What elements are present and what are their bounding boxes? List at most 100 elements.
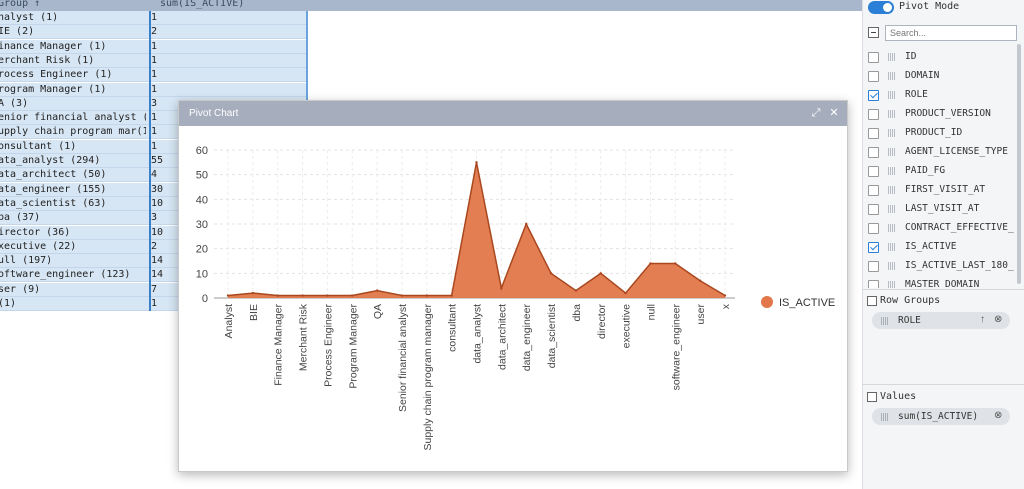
data-point	[698, 279, 702, 282]
value-cell[interactable]: 1	[151, 12, 301, 23]
drag-handle-icon[interactable]	[888, 129, 895, 137]
column-list-item[interactable]: FIRST_VISIT_AT	[863, 181, 1021, 200]
drag-handle-icon[interactable]	[888, 205, 895, 213]
column-list-item[interactable]: ID	[863, 48, 1021, 67]
x-tick-label: Program Manager	[347, 304, 359, 389]
x-tick-label: Senior financial analyst	[397, 304, 409, 412]
drag-handle-icon[interactable]	[888, 281, 895, 288]
values-pill[interactable]: sum(IS_ACTIVE) ⊗	[872, 408, 1010, 425]
column-list-item[interactable]: PAID_FG	[863, 162, 1021, 181]
row-group-pill[interactable]: ROLE ↑ ⊗	[872, 312, 1010, 329]
value-cell[interactable]: 2	[151, 26, 301, 37]
group-cell[interactable]: ser (9)	[0, 284, 146, 295]
group-cell[interactable]: enior financial analyst (1)	[0, 112, 146, 123]
column-label: ROLE	[905, 89, 928, 100]
group-cell[interactable]: xecutive (22)	[0, 241, 146, 252]
column-list-item[interactable]: AGENT_LICENSE_TYPE	[863, 143, 1021, 162]
column-list-item[interactable]: DOMAIN	[863, 67, 1021, 86]
drag-handle-icon[interactable]	[888, 186, 895, 194]
x-tick-label: data_architect	[496, 304, 508, 370]
group-column-header[interactable]: Group ↑	[0, 0, 40, 9]
drag-handle-icon[interactable]	[888, 53, 895, 61]
column-list-item[interactable]: MASTER_DOMAIN	[863, 276, 1021, 288]
table-row[interactable]: inance Manager (1) 1	[0, 39, 308, 54]
group-cell[interactable]: ata_scientist (63)	[0, 198, 146, 209]
group-cell[interactable]: irector (36)	[0, 227, 146, 238]
column-label: DOMAIN	[905, 70, 940, 81]
sort-ascending-icon[interactable]: ↑	[980, 314, 985, 325]
group-cell[interactable]: ull (197)	[0, 255, 146, 266]
drag-handle-icon[interactable]	[888, 72, 895, 80]
x-tick-label: Merchant Risk	[298, 303, 310, 371]
column-list-item[interactable]: IS_ACTIVE	[863, 238, 1021, 257]
column-list-item[interactable]: CONTRACT_EFFECTIVE_	[863, 219, 1021, 238]
table-row[interactable]: IE (2) 2	[0, 25, 308, 40]
column-list-scrollbar[interactable]	[1016, 44, 1022, 284]
table-row[interactable]: rogram Manager (1) 1	[0, 82, 308, 97]
value-column-header[interactable]: sum(IS_ACTIVE)	[160, 0, 244, 9]
select-all-checkbox[interactable]	[868, 27, 879, 38]
group-cell[interactable]: oftware_engineer (123)	[0, 269, 146, 280]
column-list: ID DOMAIN ROLE PRODUCT_VERSION PRODUCT_ID AGE…	[863, 48, 1021, 288]
group-cell[interactable]: erchant Risk (1)	[0, 55, 146, 66]
group-cell[interactable]: (1)	[0, 298, 146, 309]
remove-icon[interactable]: ⊗	[994, 314, 1002, 325]
group-cell[interactable]: nalyst (1)	[0, 12, 146, 23]
dialog-title-bar[interactable]: Pivot Chart ⤢ ✕	[179, 101, 847, 126]
value-cell[interactable]: 1	[151, 84, 301, 95]
column-checkbox[interactable]	[868, 166, 879, 177]
column-list-item[interactable]: PRODUCT_VERSION	[863, 105, 1021, 124]
column-checkbox[interactable]	[868, 223, 879, 234]
x-tick-label: null	[645, 304, 657, 320]
drag-handle-icon[interactable]	[888, 243, 895, 251]
group-cell[interactable]: ba (37)	[0, 212, 146, 223]
values-pill-label: sum(IS_ACTIVE)	[898, 411, 979, 422]
group-cell[interactable]: inance Manager (1)	[0, 41, 146, 52]
column-label: PRODUCT_VERSION	[905, 108, 991, 119]
column-search-input[interactable]	[885, 25, 1017, 41]
drag-handle-icon[interactable]	[881, 317, 888, 325]
column-checkbox[interactable]	[868, 242, 879, 253]
group-cell[interactable]: rocess Engineer (1)	[0, 69, 146, 80]
group-cell[interactable]: ata_architect (50)	[0, 169, 146, 180]
column-list-item[interactable]: IS_ACTIVE_LAST_180_	[863, 257, 1021, 276]
drag-handle-icon[interactable]	[888, 224, 895, 232]
expand-icon[interactable]: ⤢	[809, 106, 823, 120]
group-cell[interactable]: ata_analyst (294)	[0, 155, 146, 166]
drag-handle-icon[interactable]	[888, 167, 895, 175]
column-checkbox[interactable]	[868, 109, 879, 120]
group-cell[interactable]: IE (2)	[0, 26, 146, 37]
drag-handle-icon[interactable]	[881, 413, 888, 421]
remove-icon[interactable]: ⊗	[994, 410, 1002, 421]
group-cell[interactable]: upply chain program mar(1)	[0, 126, 146, 137]
value-cell[interactable]: 1	[151, 55, 301, 66]
group-cell[interactable]: onsultant (1)	[0, 141, 146, 152]
column-list-item[interactable]: ROLE	[863, 86, 1021, 105]
pivot-mode-toggle[interactable]	[868, 1, 894, 14]
column-checkbox[interactable]	[868, 71, 879, 82]
column-checkbox[interactable]	[868, 90, 879, 101]
column-checkbox[interactable]	[868, 52, 879, 63]
column-checkbox[interactable]	[868, 128, 879, 139]
table-row[interactable]: erchant Risk (1) 1	[0, 53, 308, 68]
column-checkbox[interactable]	[868, 280, 879, 288]
x-tick-label: dba	[571, 304, 583, 322]
table-row[interactable]: rocess Engineer (1) 1	[0, 68, 308, 83]
column-list-item[interactable]: PRODUCT_ID	[863, 124, 1021, 143]
column-checkbox[interactable]	[868, 185, 879, 196]
group-cell[interactable]: rogram Manager (1)	[0, 84, 146, 95]
value-cell[interactable]: 1	[151, 69, 301, 80]
drag-handle-icon[interactable]	[888, 91, 895, 99]
column-checkbox[interactable]	[868, 261, 879, 272]
column-list-item[interactable]: LAST_VISIT_AT	[863, 200, 1021, 219]
value-cell[interactable]: 1	[151, 41, 301, 52]
column-checkbox[interactable]	[868, 147, 879, 158]
table-row[interactable]: nalyst (1) 1	[0, 11, 308, 25]
group-cell[interactable]: ata_engineer (155)	[0, 184, 146, 195]
drag-handle-icon[interactable]	[888, 262, 895, 270]
column-checkbox[interactable]	[868, 204, 879, 215]
drag-handle-icon[interactable]	[888, 110, 895, 118]
drag-handle-icon[interactable]	[888, 148, 895, 156]
close-icon[interactable]: ✕	[827, 106, 841, 120]
group-cell[interactable]: A (3)	[0, 98, 146, 109]
